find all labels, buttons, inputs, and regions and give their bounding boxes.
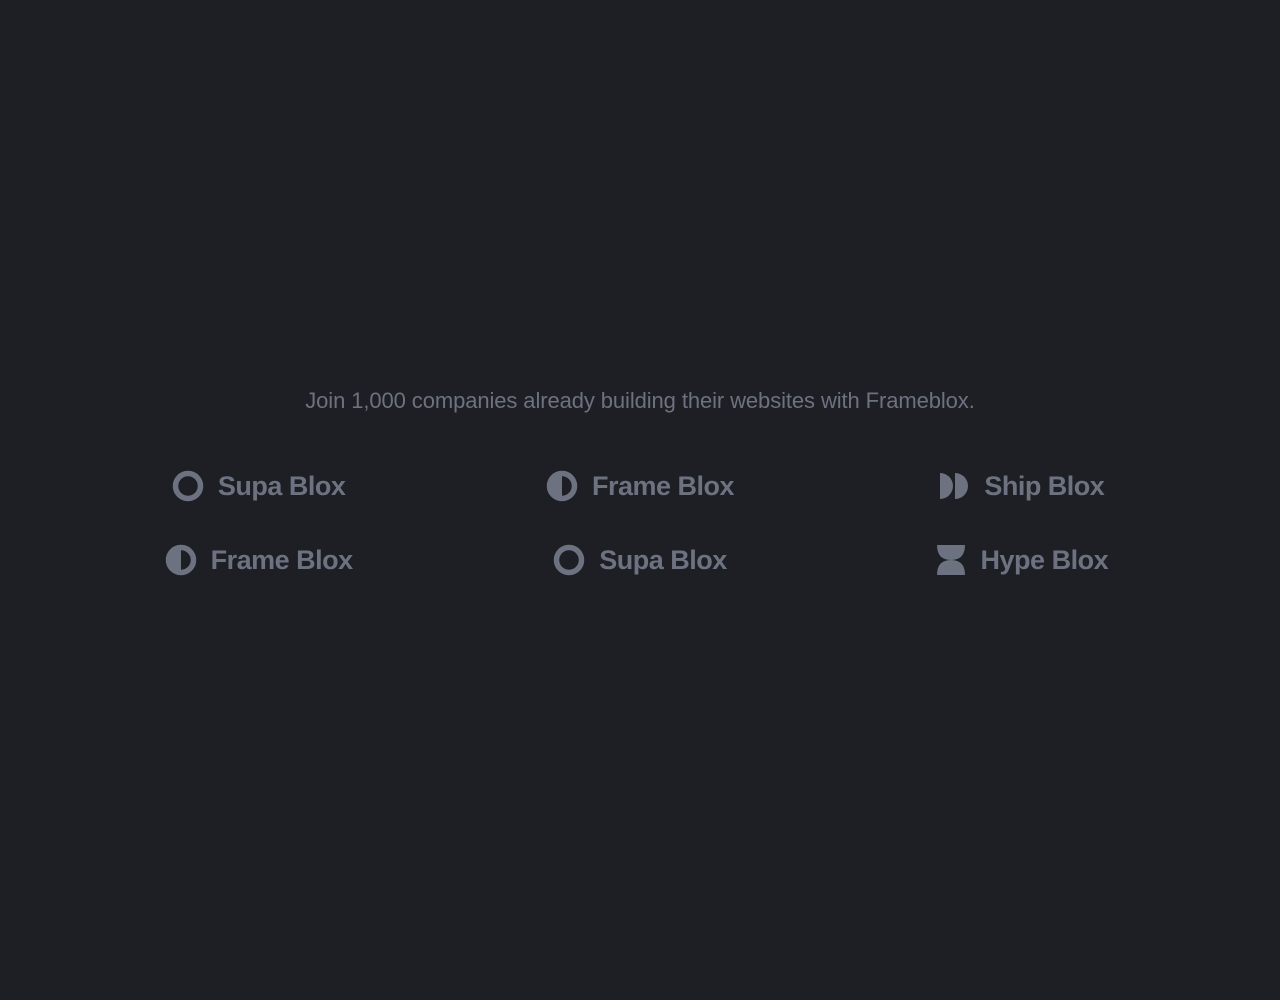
logo-frame-blox: Frame Blox [469,470,810,502]
logo-label: Supa Blox [218,471,346,502]
logo-supa-blox: Supa Blox [88,470,429,502]
logo-frame-blox: Frame Blox [88,544,429,576]
logo-label: Supa Blox [599,545,727,576]
logo-label: Hype Blox [981,545,1109,576]
logo-label: Ship Blox [984,471,1104,502]
double-d-icon [938,470,970,502]
logo-supa-blox: Supa Blox [469,544,810,576]
tagline: Join 1,000 companies already building th… [305,388,974,414]
logo-label: Frame Blox [211,545,353,576]
logo-ship-blox: Ship Blox [851,470,1192,502]
logo-hype-blox: Hype Blox [851,544,1192,576]
circle-half-icon [546,470,578,502]
circle-outline-icon [553,544,585,576]
circle-half-icon [165,544,197,576]
logo-grid: Supa Blox Frame Blox Ship Blox [0,470,1280,576]
hourglass-icon [935,544,967,576]
logo-label: Frame Blox [592,471,734,502]
circle-outline-icon [172,470,204,502]
